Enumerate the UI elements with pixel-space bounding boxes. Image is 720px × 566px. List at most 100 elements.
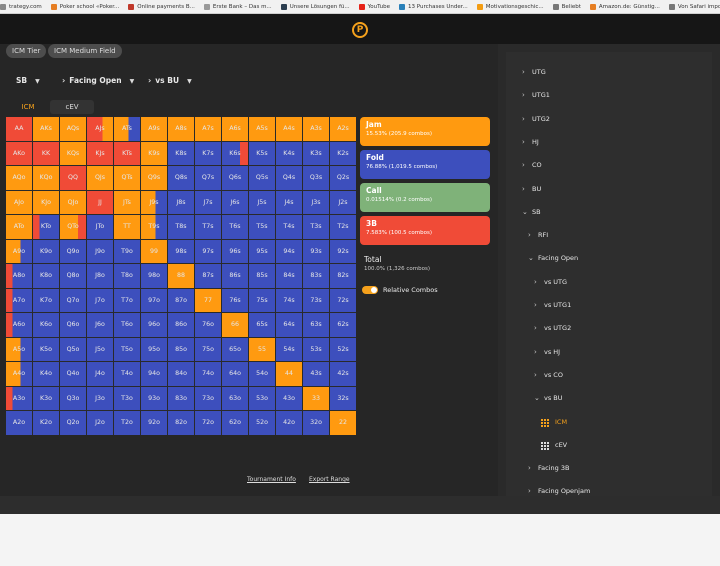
hand-cell[interactable]: 92o: [141, 411, 167, 435]
hand-cell[interactable]: J3o: [87, 386, 113, 410]
app-logo[interactable]: P: [352, 22, 368, 38]
hand-cell[interactable]: JJ: [87, 190, 113, 214]
hand-cell[interactable]: T7s: [195, 215, 221, 239]
bookmark-item[interactable]: Poker school «Poker...: [50, 3, 119, 10]
hand-cell[interactable]: K8o: [33, 264, 59, 288]
hand-cell[interactable]: 65s: [249, 313, 275, 337]
hand-cell[interactable]: J9o: [87, 239, 113, 263]
hand-cell[interactable]: J2s: [330, 190, 356, 214]
tree-item-hj[interactable]: › HJ: [522, 138, 539, 146]
hand-cell[interactable]: T7o: [114, 288, 140, 312]
hand-cell[interactable]: A3s: [303, 117, 329, 141]
hand-cell[interactable]: Q6o: [60, 313, 86, 337]
hand-cell[interactable]: 96s: [222, 239, 248, 263]
hand-cell[interactable]: J8s: [168, 190, 194, 214]
hand-cell[interactable]: 95o: [141, 337, 167, 361]
hand-cell[interactable]: 75s: [249, 288, 275, 312]
hand-cell[interactable]: 52o: [249, 411, 275, 435]
hand-cell[interactable]: Q4o: [60, 362, 86, 386]
tree-item-icm[interactable]: ICM: [540, 417, 567, 427]
bookmark-item[interactable]: Unsere Lösungen fü...: [280, 3, 350, 10]
hand-cell[interactable]: T2s: [330, 215, 356, 239]
hand-cell[interactable]: Q3s: [303, 166, 329, 190]
tree-item-vs-utg1[interactable]: › vs UTG1: [534, 301, 571, 309]
hand-cell[interactable]: 82s: [330, 264, 356, 288]
hand-cell[interactable]: 94s: [276, 239, 302, 263]
hand-cell[interactable]: J4o: [87, 362, 113, 386]
hand-cell[interactable]: 87s: [195, 264, 221, 288]
tournament-info-link[interactable]: Tournament Info: [247, 476, 296, 483]
bookmark-item[interactable]: YouTube: [358, 3, 390, 10]
hand-cell[interactable]: K7o: [33, 288, 59, 312]
tree-item-utg1[interactable]: › UTG1: [522, 91, 550, 99]
relative-combos-toggle[interactable]: [362, 286, 378, 294]
hand-cell[interactable]: K9o: [33, 239, 59, 263]
vs-dropdown[interactable]: › vs BU ▼: [148, 76, 192, 85]
hand-cell[interactable]: QTs: [114, 166, 140, 190]
hand-cell[interactable]: 42o: [276, 411, 302, 435]
hand-cell[interactable]: 73s: [303, 288, 329, 312]
hand-cell[interactable]: JTo: [87, 215, 113, 239]
hand-cell[interactable]: J7s: [195, 190, 221, 214]
hand-cell[interactable]: A5s: [249, 117, 275, 141]
hand-cell[interactable]: 92s: [330, 239, 356, 263]
hand-cell[interactable]: K6s: [222, 141, 248, 165]
tree-item-rfi[interactable]: › RFI: [528, 231, 548, 239]
legend-jam[interactable]: Jam 15.53% (205.9 combos): [360, 117, 490, 146]
hand-cell[interactable]: AQo: [6, 166, 32, 190]
hand-cell[interactable]: 64o: [222, 362, 248, 386]
hand-cell[interactable]: AJo: [6, 190, 32, 214]
hand-cell[interactable]: 66: [222, 313, 248, 337]
hand-cell[interactable]: T3o: [114, 386, 140, 410]
hand-cell[interactable]: 22: [330, 411, 356, 435]
hand-cell[interactable]: J2o: [87, 411, 113, 435]
hand-cell[interactable]: K4o: [33, 362, 59, 386]
hand-cell[interactable]: T9s: [141, 215, 167, 239]
bookmark-item[interactable]: Motivationsgeschic...: [476, 3, 544, 10]
hand-cell[interactable]: A6o: [6, 313, 32, 337]
legend-call[interactable]: Call 0.01514% (0.2 combos): [360, 183, 490, 212]
hand-cell[interactable]: 93o: [141, 386, 167, 410]
hand-cell[interactable]: KTo: [33, 215, 59, 239]
hand-cell[interactable]: T5o: [114, 337, 140, 361]
tree-item-facing-openjam[interactable]: › Facing Openjam: [528, 487, 590, 495]
hand-cell[interactable]: 43o: [276, 386, 302, 410]
bookmark-item[interactable]: Amazon.de: Günstig...: [589, 3, 660, 10]
tree-item-sb[interactable]: ⌄ SB: [522, 208, 541, 216]
hand-cell[interactable]: 98o: [141, 264, 167, 288]
tab-cev[interactable]: cEV: [50, 100, 94, 114]
hand-cell[interactable]: Q9o: [60, 239, 86, 263]
hand-cell[interactable]: K2o: [33, 411, 59, 435]
hand-cell[interactable]: 74o: [195, 362, 221, 386]
hand-cell[interactable]: J3s: [303, 190, 329, 214]
bookmark-item[interactable]: trategy.com: [0, 3, 42, 10]
hand-cell[interactable]: 32s: [330, 386, 356, 410]
hand-cell[interactable]: T9o: [114, 239, 140, 263]
hand-cell[interactable]: QTo: [60, 215, 86, 239]
hand-cell[interactable]: T5s: [249, 215, 275, 239]
hand-cell[interactable]: J6s: [222, 190, 248, 214]
hand-cell[interactable]: T6s: [222, 215, 248, 239]
hand-cell[interactable]: TT: [114, 215, 140, 239]
hand-cell[interactable]: 63s: [303, 313, 329, 337]
hand-cell[interactable]: 96o: [141, 313, 167, 337]
hand-cell[interactable]: T4o: [114, 362, 140, 386]
hand-cell[interactable]: A9o: [6, 239, 32, 263]
hand-cell[interactable]: 65o: [222, 337, 248, 361]
hand-cell[interactable]: 62o: [222, 411, 248, 435]
tree-item-bu[interactable]: › BU: [522, 185, 541, 193]
hand-cell[interactable]: QQ: [60, 166, 86, 190]
icm-field-chip[interactable]: ICM Medium Field: [48, 44, 122, 58]
hand-cell[interactable]: J8o: [87, 264, 113, 288]
hand-cell[interactable]: 99: [141, 239, 167, 263]
hand-cell[interactable]: K3s: [303, 141, 329, 165]
hand-cell[interactable]: T2o: [114, 411, 140, 435]
hand-cell[interactable]: T8s: [168, 215, 194, 239]
hand-cell[interactable]: K3o: [33, 386, 59, 410]
hand-cell[interactable]: QJs: [87, 166, 113, 190]
hand-cell[interactable]: K5o: [33, 337, 59, 361]
hand-cell[interactable]: T4s: [276, 215, 302, 239]
hand-cell[interactable]: 86o: [168, 313, 194, 337]
hand-cell[interactable]: 86s: [222, 264, 248, 288]
hand-cell[interactable]: J5o: [87, 337, 113, 361]
